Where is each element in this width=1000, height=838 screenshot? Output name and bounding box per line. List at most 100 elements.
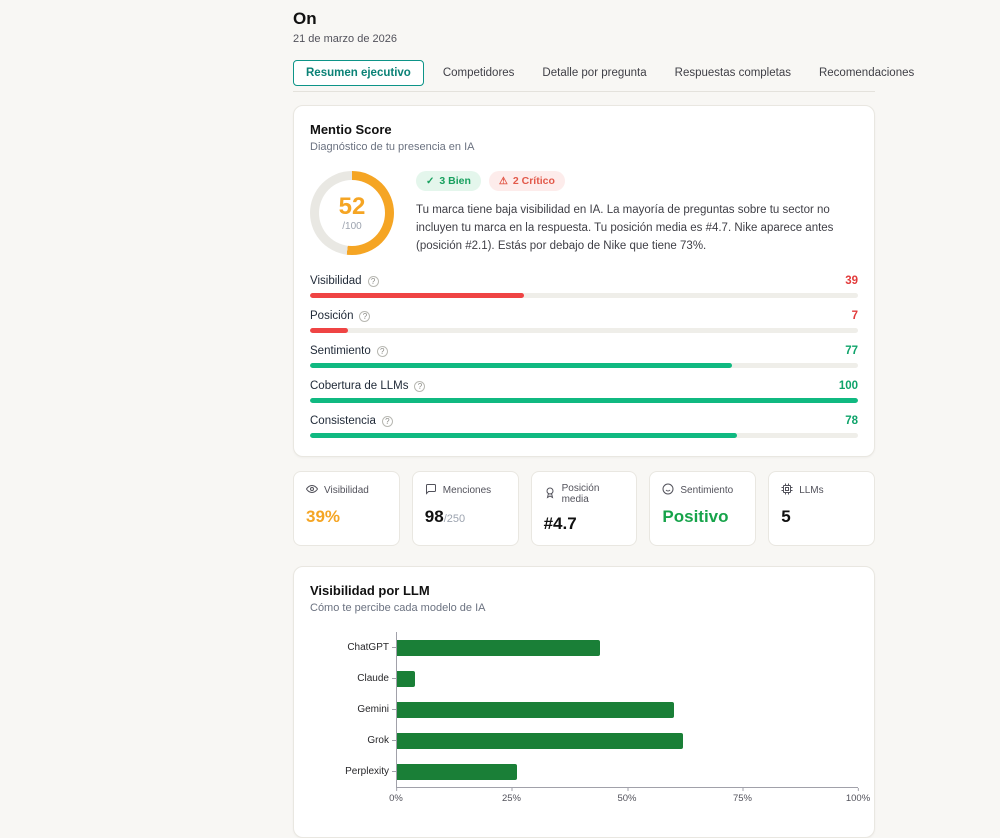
- progress-track: [310, 328, 858, 334]
- metric-row-cobertura-llms: Cobertura de LLMs 100: [310, 380, 858, 404]
- axis-tick: 100%: [846, 788, 870, 804]
- metric-label: Sentimiento: [310, 345, 388, 357]
- progress-track: [310, 293, 858, 299]
- badge-critical: ⚠ 2 Crítico: [488, 171, 565, 191]
- medal-icon: [544, 487, 556, 502]
- status-badges: ✓ 3 Bien ⚠ 2 Crítico: [416, 171, 858, 191]
- stat-label: LLMs: [799, 485, 824, 497]
- score-card-title: Mentio Score: [310, 122, 392, 137]
- chart-row-perplexity: Perplexity: [310, 756, 858, 788]
- progress-fill: [310, 328, 349, 334]
- stat-value: 39%: [306, 507, 341, 527]
- metric-label: Cobertura de LLMs: [310, 380, 426, 392]
- axis-tick: 25%: [502, 788, 521, 804]
- check-circle-icon: ✓: [426, 175, 435, 187]
- alert-icon: ⚠: [498, 175, 508, 187]
- tab-detalle-por-pregunta[interactable]: Detalle por pregunta: [533, 61, 655, 85]
- stat-cards: Visibilidad 39% Menciones 98/250 Posició…: [293, 471, 875, 547]
- progress-fill: [310, 363, 732, 369]
- info-icon[interactable]: [414, 380, 426, 392]
- main-content: On 21 de marzo de 2026 Resumen ejecutivo…: [293, 0, 914, 838]
- eye-icon: [305, 483, 319, 498]
- metric-label: Visibilidad: [310, 275, 379, 287]
- gauge-max: /100: [342, 220, 362, 232]
- badge-critical-label: 2 Crítico: [512, 175, 555, 187]
- axis-tick: 50%: [617, 788, 637, 804]
- chart-bar-perplexity: [397, 763, 517, 780]
- stat-card-sentimiento: Sentimiento Positivo: [649, 471, 757, 547]
- chart-card-title: Visibilidad por LLM: [310, 583, 430, 599]
- chart-row-claude: Claude: [310, 663, 858, 695]
- metric-value: 77: [845, 345, 858, 358]
- info-icon[interactable]: [359, 310, 371, 322]
- metric-value: 100: [838, 380, 858, 393]
- info-icon[interactable]: [381, 415, 393, 427]
- visibility-by-llm-card: Visibilidad por LLM Cómo te percibe cada…: [293, 566, 875, 838]
- metric-row-consistencia: Consistencia 78: [310, 415, 858, 439]
- chart-row-chatgpt: ChatGPT: [310, 632, 858, 664]
- chart-bar-gemini: [397, 701, 674, 718]
- mentio-score-gauge: 52 /100: [310, 171, 394, 255]
- chart-row-gemini: Gemini: [310, 694, 858, 726]
- chip-icon: [781, 483, 793, 498]
- score-description: Tu marca tiene baja visibilidad en IA. L…: [416, 204, 834, 252]
- metric-row-sentimiento: Sentimiento 77: [310, 345, 858, 369]
- metric-label: Consistencia: [310, 415, 393, 427]
- tab-respuestas-completas[interactable]: Respuestas completas: [666, 61, 800, 85]
- progress-fill: [310, 293, 524, 299]
- tab-recomendaciones[interactable]: Recomendaciones: [810, 61, 923, 85]
- chart-row-grok: Grok: [310, 725, 858, 757]
- metric-label: Posición: [310, 310, 371, 322]
- chart-category-label: ChatGPT: [347, 642, 389, 654]
- chart-x-axis: 0% 25% 50% 75% 100%: [310, 787, 870, 807]
- info-icon[interactable]: [367, 275, 379, 287]
- metric-value: 39: [845, 275, 858, 288]
- badge-good: ✓ 3 Bien: [416, 171, 481, 191]
- chart-card-subtitle: Cómo te percibe cada modelo de IA: [310, 602, 486, 615]
- chart-category-label: Perplexity: [345, 766, 389, 778]
- mentio-score-card: Mentio Score Diagnóstico de tu presencia…: [293, 105, 875, 458]
- comment-icon: [425, 483, 437, 498]
- axis-tick: 75%: [733, 788, 752, 804]
- stat-card-visibilidad: Visibilidad 39%: [293, 471, 400, 547]
- metric-value: 7: [851, 310, 858, 323]
- metric-row-visibilidad: Visibilidad 39: [310, 275, 858, 299]
- stat-card-llms: LLMs 5: [768, 471, 875, 547]
- stat-value: Positivo: [662, 507, 729, 527]
- stat-card-posicion-media: Posición media #4.7: [530, 471, 638, 547]
- progress-track: [310, 433, 858, 439]
- stat-value: 98/250: [424, 507, 466, 527]
- stat-label: Visibilidad: [324, 485, 369, 497]
- axis-tick: 0%: [389, 788, 403, 804]
- metric-value: 78: [845, 415, 858, 428]
- stat-card-menciones: Menciones 98/250: [411, 471, 519, 547]
- progress-track: [310, 363, 858, 369]
- tab-bar: Resumen ejecutivo Competidores Detalle p…: [293, 60, 914, 92]
- progress-fill: [310, 433, 738, 439]
- gauge-inner: 52 /100: [319, 180, 385, 246]
- score-metrics: Visibilidad 39 Posición 7 Sentimiento 77: [310, 275, 858, 439]
- stat-label: Menciones: [442, 485, 492, 497]
- chart-bar-claude: [397, 670, 416, 687]
- page-title: On: [293, 9, 317, 28]
- stat-value: 5: [781, 507, 791, 527]
- chart-bar-perplexity: [397, 732, 683, 749]
- tab-resumen-ejecutivo[interactable]: Resumen ejecutivo: [293, 60, 424, 86]
- badge-good-label: 3 Bien: [439, 175, 471, 187]
- metric-row-posicion: Posición 7: [310, 310, 858, 334]
- info-icon[interactable]: [376, 345, 388, 357]
- chart-bar-chatgpt: [397, 639, 600, 656]
- llm-visibility-bar-chart: ChatGPT Claude Gemini Grok Perplexity 0%…: [310, 632, 870, 807]
- stat-label: Posición media: [561, 483, 600, 506]
- smile-icon: [662, 483, 674, 498]
- score-card-subtitle: Diagnóstico de tu presencia en IA: [310, 141, 475, 153]
- progress-track: [310, 398, 858, 404]
- stat-value: #4.7: [543, 514, 577, 534]
- chart-category-label: Claude: [357, 673, 389, 685]
- chart-category-label: Gemini: [357, 704, 389, 716]
- tab-competidores[interactable]: Competidores: [434, 61, 524, 85]
- page-date: 21 de marzo de 2026: [293, 33, 397, 45]
- stat-label: Sentimiento: [680, 485, 734, 497]
- progress-fill: [310, 398, 858, 404]
- chart-category-label: Grok: [367, 735, 389, 747]
